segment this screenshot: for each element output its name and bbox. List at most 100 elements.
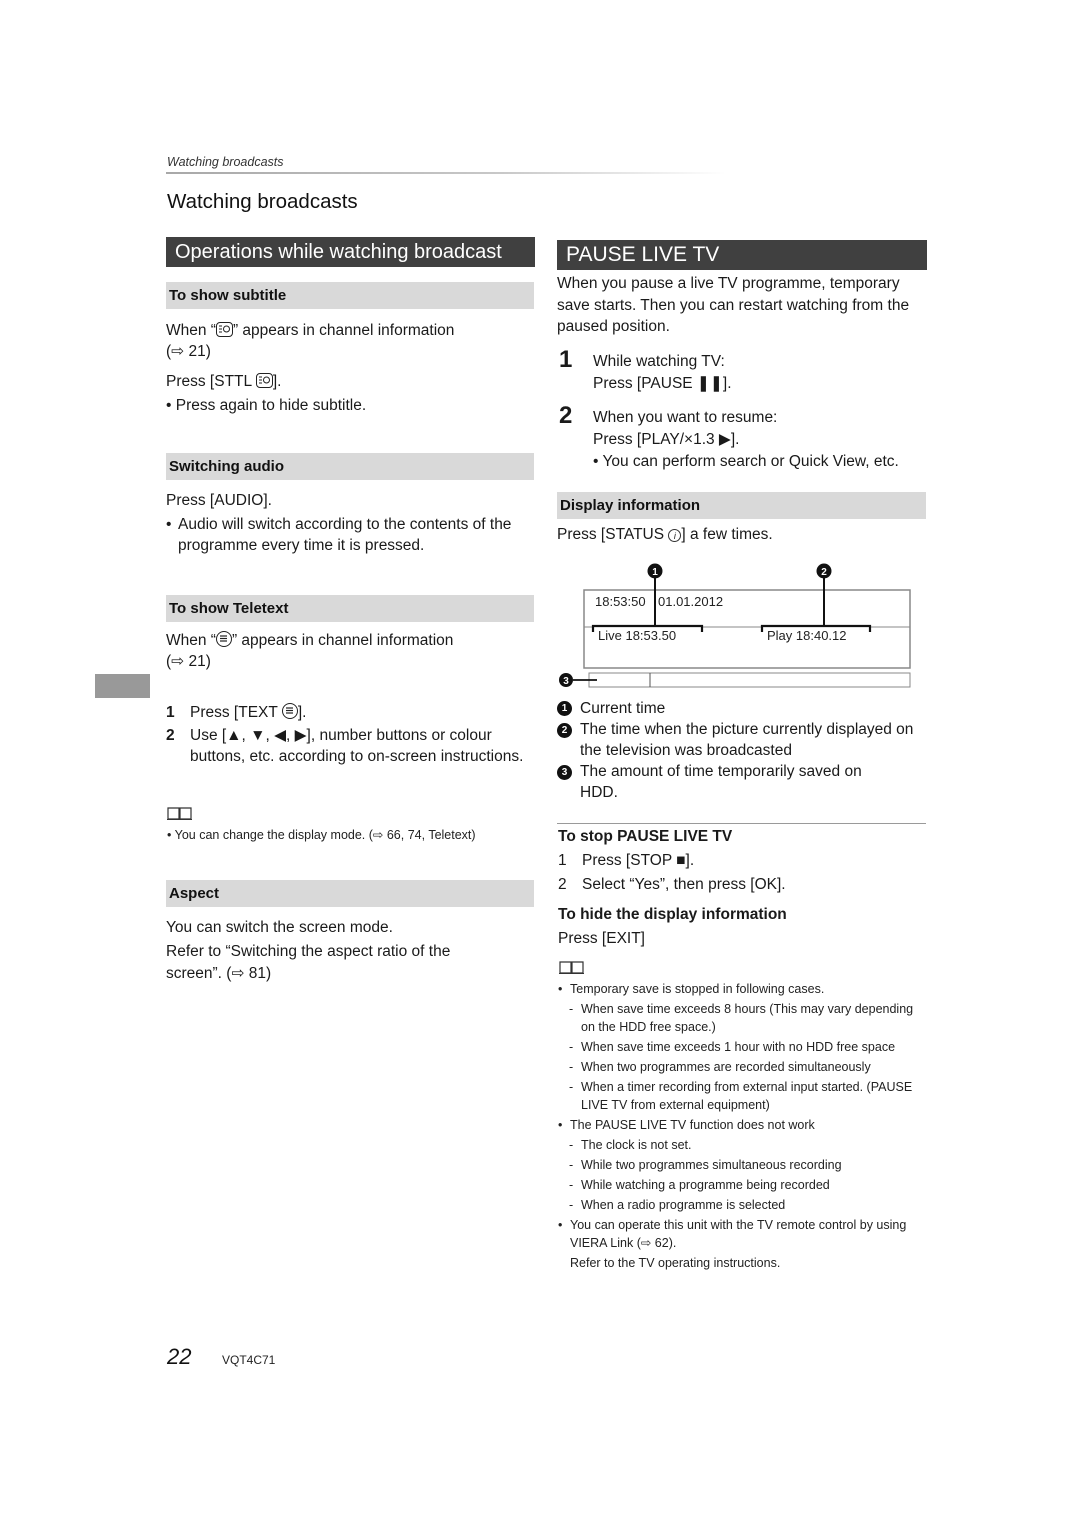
note-mark: - (569, 1002, 574, 1016)
note-item: - While watching a programme being record… (558, 1176, 930, 1194)
display-info-diagram: 1 2 18:53:50 01.01.2012 Live 18:53.50 Pl… (557, 560, 932, 690)
note-item: - The clock is not set. (558, 1136, 930, 1154)
subtitle-icon (215, 322, 233, 337)
note-text: Temporary save is stopped in following c… (570, 982, 825, 996)
note-mark: - (569, 1138, 574, 1152)
note-item: - When a radio programme is selected (558, 1196, 930, 1214)
step-number: 1 (558, 852, 567, 869)
note-text: When a radio programme is selected (581, 1198, 786, 1212)
note-text: When a timer recording from external inp… (581, 1080, 913, 1112)
teletext-ref-link[interactable]: (⇨ 21) (166, 651, 211, 672)
note-item: - When save time exceeds 1 hour with no H… (558, 1038, 930, 1056)
aspect-line-2: Refer to “Switching the aspect ratio of … (166, 943, 451, 982)
callout-text: The time when the picture currently disp… (580, 721, 914, 759)
subhead-switching-audio: Switching audio (166, 453, 534, 480)
note-text: While watching a programme being recorde… (581, 1178, 830, 1192)
stop-step-1: 1 Press [STOP ■]. (558, 850, 694, 871)
stop-heading: To stop PAUSE LIVE TV (558, 828, 733, 845)
callout-list: 1 Current time 2 The time when the pictu… (557, 698, 929, 803)
callout-badge-3-label: 3 (563, 676, 569, 687)
note-item: - When a timer recording from external in… (558, 1078, 930, 1114)
step-line: When you want to resume: (593, 409, 778, 426)
section-banner-operations: Operations while watching broadcast (166, 237, 535, 267)
teletext-when-text: When “ ” appears in channel information (166, 630, 536, 651)
text-fragment: When “ (166, 632, 216, 649)
callout-badge-1-label: 1 (652, 567, 658, 578)
note-text: The PAUSE LIVE TV function does not work (570, 1118, 815, 1132)
document-code: VQT4C71 (222, 1353, 276, 1367)
step-text: Press [STOP ■]. (582, 852, 695, 869)
text-fragment: ” appears in channel information (231, 632, 454, 649)
text-fragment: Press [TEXT (190, 704, 282, 721)
note-mark: • (558, 982, 563, 996)
note-item: - When two programmes are recorded simult… (558, 1058, 930, 1076)
callout-badge-2-label: 2 (821, 567, 827, 578)
callout-text: The amount of time temporarily saved on … (580, 763, 862, 801)
step-text: Select “Yes”, then press [OK]. (582, 876, 786, 893)
hide-heading: To hide the display information (558, 906, 787, 923)
note-item: • Temporary save is stopped in following … (558, 980, 930, 998)
clock-text: 18:53:50 (595, 594, 646, 609)
note-mark: - (569, 1158, 574, 1172)
subhead-aspect: Aspect (166, 880, 534, 907)
stop-step-2: 2 Select “Yes”, then press [OK]. (558, 874, 786, 895)
subtitle-ref-link[interactable]: (⇨ 21) (166, 341, 211, 362)
date-text: 01.01.2012 (658, 594, 723, 609)
bullet-mark: • (166, 516, 172, 533)
teletext-icon (281, 703, 298, 719)
text-fragment: When “ (166, 322, 216, 339)
note-mark: • (558, 1218, 563, 1232)
callout-badge: 1 (557, 701, 572, 716)
teletext-icon (215, 631, 232, 647)
step-number: 1 (559, 346, 573, 373)
callout-item: 2 The time when the picture currently di… (557, 720, 929, 761)
status-press-text: Press [STATUS i] a few times. (557, 524, 773, 545)
step-text: Use [▲, ▼, ◀, ▶], number buttons or colo… (190, 727, 524, 765)
note-item: - When save time exceeds 8 hours (This ma… (558, 1000, 930, 1036)
callout-text: Current time (580, 700, 666, 717)
subtitle-when-text: When “ ” appears in channel information (166, 320, 536, 341)
note-text: The clock is not set. (581, 1138, 692, 1152)
hdd-saved-bar-frame (588, 672, 911, 688)
note-item: - While two programmes simultaneous recor… (558, 1156, 930, 1174)
note-item: Refer to the TV operating instructions. (558, 1254, 930, 1272)
audio-press-text: Press [AUDIO]. (166, 492, 272, 509)
aspect-line-1: You can switch the screen mode. (166, 919, 393, 936)
note-text: When save time exceeds 8 hours (This may… (581, 1002, 914, 1034)
note-mark: - (569, 1060, 574, 1074)
step-number: 1 (166, 704, 175, 721)
chapter-side-tab (95, 674, 150, 698)
note-mark: • (558, 1118, 563, 1132)
callout-badge: 3 (557, 765, 572, 780)
step-number: 2 (559, 402, 573, 429)
text-fragment: Press [STTL (166, 373, 256, 390)
callout-item: 3 The amount of time temporarily saved o… (557, 762, 929, 803)
teletext-step-1: 1 Press [TEXT ]. (166, 702, 536, 723)
subhead-display-information: Display information (557, 492, 926, 519)
bullet-text: Audio will switch according to the conte… (178, 516, 512, 554)
hide-press-text: Press [EXIT] (558, 930, 645, 947)
step-number: 2 (558, 876, 567, 893)
running-header: Watching broadcasts (167, 155, 284, 169)
pause-notes-list: • Temporary save is stopped in following … (558, 980, 930, 1274)
text-fragment: ]. (297, 704, 307, 721)
step-line: While watching TV: (593, 353, 725, 370)
note-text: While two programmes simultaneous record… (581, 1158, 842, 1172)
live-time-text: Live 18:53.50 (598, 628, 676, 643)
teletext-step-2: 2 Use [▲, ▼, ◀, ▶], number buttons or co… (166, 726, 536, 767)
note-text: When save time exceeds 1 hour with no HD… (581, 1040, 896, 1054)
step-line: Press [PLAY/×1.3 ▶]. (593, 431, 740, 448)
subhead-show-subtitle: To show subtitle (166, 282, 534, 309)
step-line: Press [PAUSE ❚❚]. (593, 375, 732, 392)
subtitle-bullet: • Press again to hide subtitle. (166, 397, 367, 414)
text-fragment: ] a few times. (681, 526, 773, 543)
subtitle-press-text: Press [STTL ]. (166, 371, 281, 392)
text-fragment: ” appears in channel information (232, 322, 455, 339)
callout-badge: 2 (557, 723, 572, 738)
info-icon: i (668, 529, 682, 542)
note-book-icon (559, 960, 585, 979)
note-item: • You can operate this unit with the TV r… (558, 1216, 930, 1252)
note-text: You can operate this unit with the TV re… (570, 1218, 907, 1250)
step-bullet: • You can perform search or Quick View, … (593, 453, 899, 470)
section-divider (557, 823, 926, 824)
